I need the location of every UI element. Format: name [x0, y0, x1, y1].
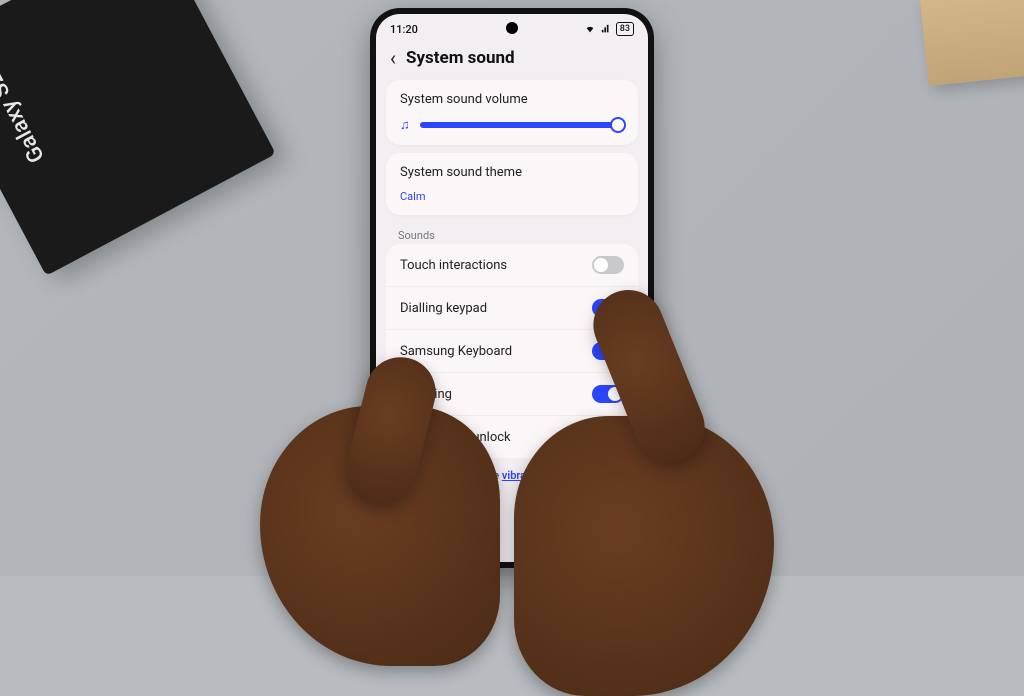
- status-right: 83: [584, 22, 634, 36]
- hand-right: [514, 416, 774, 696]
- row-label: Samsung Keyboard: [400, 344, 512, 359]
- volume-label: System sound volume: [400, 92, 624, 107]
- toggle-touch-interactions[interactable]: [592, 256, 624, 274]
- theme-value: Calm: [400, 190, 624, 203]
- volume-slider-row: ♫: [400, 117, 624, 133]
- back-icon[interactable]: ‹: [390, 48, 396, 68]
- sound-icon: ♫: [400, 117, 410, 133]
- signal-icon: [600, 24, 612, 34]
- desk-surface: Galaxy S25 Ultra 11:20 83 ‹ System sound…: [0, 0, 1024, 576]
- volume-slider[interactable]: [420, 122, 624, 128]
- row-touch-interactions[interactable]: Touch interactions: [386, 244, 638, 286]
- theme-label: System sound theme: [400, 165, 624, 180]
- page-title: System sound: [406, 48, 515, 68]
- row-label: Touch interactions: [400, 258, 507, 273]
- wood-prop: [920, 0, 1024, 86]
- status-time: 11:20: [390, 23, 418, 36]
- row-label: Dialling keypad: [400, 301, 487, 316]
- volume-slider-thumb[interactable]: [610, 117, 626, 133]
- wifi-icon: [584, 24, 596, 34]
- battery-icon: 83: [616, 22, 634, 36]
- theme-card[interactable]: System sound theme Calm: [386, 153, 638, 215]
- camera-punch-hole: [506, 22, 518, 34]
- sounds-heading: Sounds: [376, 223, 648, 244]
- volume-card: System sound volume ♫: [386, 80, 638, 145]
- product-box-label: Galaxy S25 Ultra: [0, 9, 50, 167]
- product-box: Galaxy S25 Ultra: [0, 0, 276, 276]
- page-header: ‹ System sound: [376, 42, 648, 80]
